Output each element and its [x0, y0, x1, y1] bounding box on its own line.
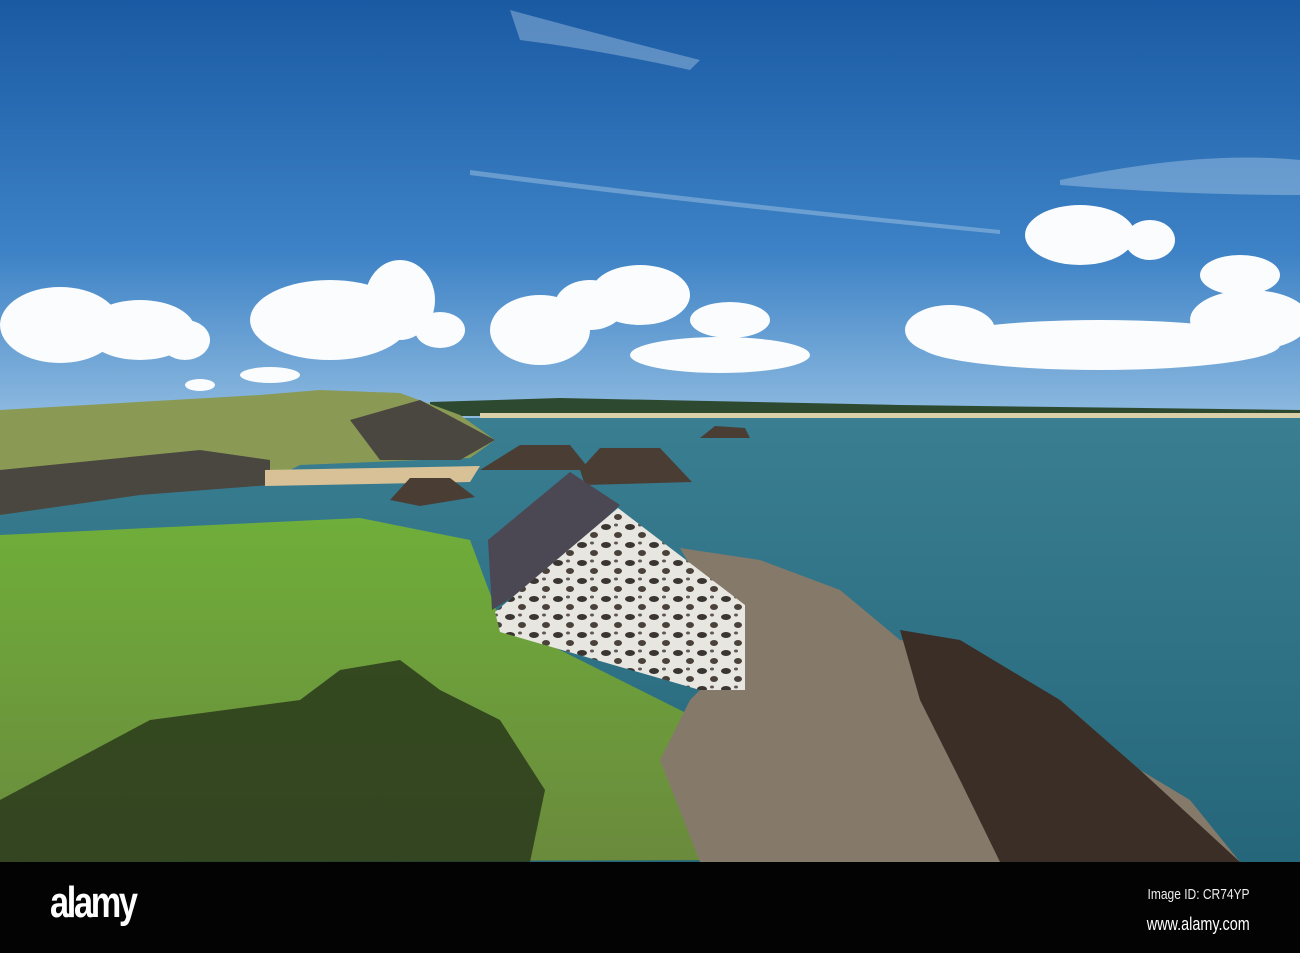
alamy-logo: alamy [50, 878, 138, 927]
watermark-footer: alamy Image ID: CR74YP www.alamy.com [0, 862, 1300, 953]
stock-photo-frame: alamy Image ID: CR74YP www.alamy.com [0, 0, 1300, 953]
image-id: Image ID: CR74YP [1147, 886, 1250, 903]
website-link: www.alamy.com [1147, 914, 1250, 934]
coastal-landscape-photo [0, 0, 1300, 862]
